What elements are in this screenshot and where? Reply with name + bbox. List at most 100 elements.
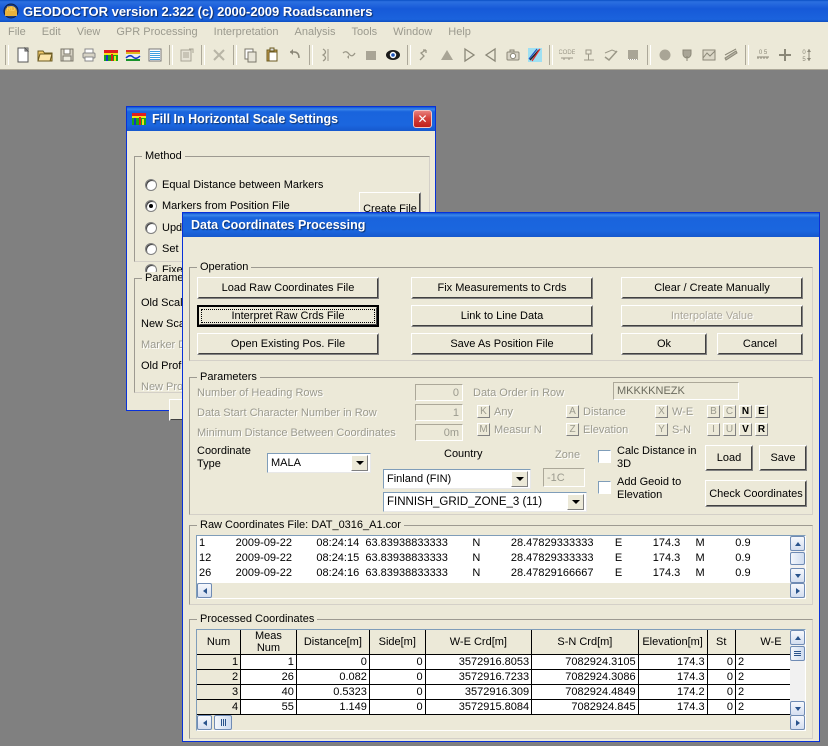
- radio-equal-distance[interactable]: Equal Distance between Markers: [145, 179, 323, 191]
- flag-box-c[interactable]: C: [723, 405, 736, 418]
- raw-coordinates-listbox[interactable]: 1 2009-09-22 08:24:14 63.83938833333 N 2…: [196, 535, 806, 599]
- minimum-distance-input[interactable]: 0m: [415, 424, 463, 441]
- load-raw-coordinates-file-button[interactable]: Load Raw Coordinates File: [197, 277, 379, 299]
- peak-up-icon[interactable]: [436, 44, 458, 66]
- order-key-box-m[interactable]: M: [477, 423, 490, 436]
- table-row[interactable]: 4 55 1.149 0 3572915.8084 7082924.845 17…: [197, 699, 790, 715]
- pen-tools-icon[interactable]: [524, 44, 546, 66]
- col-meas-num[interactable]: Meas Num: [240, 630, 297, 655]
- add-geoid-to-elevation-checkbox[interactable]: [598, 481, 611, 494]
- cancel-button[interactable]: Cancel: [717, 333, 803, 355]
- scroll-left-button[interactable]: [197, 583, 212, 598]
- order-key-box-y[interactable]: Y: [655, 423, 668, 436]
- menu-window[interactable]: Window: [385, 24, 440, 40]
- layer-check-icon[interactable]: [600, 44, 622, 66]
- scroll-down-button[interactable]: [790, 568, 805, 583]
- grid-zone-combo[interactable]: FINNISH_GRID_ZONE_3 (11): [383, 492, 587, 512]
- play-prev-icon[interactable]: [480, 44, 502, 66]
- table-row[interactable]: 3 40 0.5323 0 3572916.309 7082924.4849 1…: [197, 684, 790, 700]
- flag-layers-icon[interactable]: [720, 44, 742, 66]
- filter-icon[interactable]: [316, 44, 338, 66]
- col-num[interactable]: Num: [197, 630, 242, 655]
- print-icon[interactable]: [78, 44, 100, 66]
- menu-file[interactable]: File: [0, 24, 34, 40]
- menu-help[interactable]: Help: [440, 24, 479, 40]
- scroll-thumb-horizontal[interactable]: [214, 715, 232, 730]
- scroll-down-button[interactable]: [790, 701, 805, 716]
- table-row[interactable]: 1 1 0 0 3572916.8053 7082924.3105 174.3 …: [197, 654, 790, 670]
- copy-icon[interactable]: [240, 44, 262, 66]
- order-key-box-k[interactable]: K: [477, 405, 490, 418]
- raw-row[interactable]: 26 2009-09-22 08:24:16 63.83938833333 N …: [197, 566, 790, 581]
- save-disk-icon[interactable]: [56, 44, 78, 66]
- load-button[interactable]: Load: [705, 445, 753, 471]
- col-elevation[interactable]: Elevation[m]: [638, 630, 708, 655]
- flag-box-r[interactable]: R: [755, 423, 768, 436]
- menu-analysis[interactable]: Analysis: [287, 24, 344, 40]
- scroll-left-button[interactable]: [197, 715, 212, 730]
- menu-tools[interactable]: Tools: [343, 24, 385, 40]
- zigzag-icon[interactable]: [414, 44, 436, 66]
- chevron-down-icon[interactable]: [511, 471, 528, 487]
- radargram-color-icon[interactable]: [100, 44, 122, 66]
- order-key-box-z[interactable]: Z: [566, 423, 579, 436]
- col-side[interactable]: Side[m]: [369, 630, 426, 655]
- new-file-icon[interactable]: [12, 44, 34, 66]
- raw-horizontal-scrollbar[interactable]: [197, 583, 805, 598]
- open-existing-pos-file-button[interactable]: Open Existing Pos. File: [197, 333, 379, 355]
- close-icon[interactable]: ✕: [413, 110, 432, 128]
- data-start-character-input[interactable]: 1: [415, 404, 463, 421]
- menu-interpretation[interactable]: Interpretation: [206, 24, 287, 40]
- map-icon[interactable]: [698, 44, 720, 66]
- interpret-raw-crds-file-button[interactable]: Interpret Raw Crds File: [197, 305, 379, 327]
- table-row[interactable]: 2 26 0.082 0 3572916.7233 7082924.3086 1…: [197, 669, 790, 685]
- chevron-down-icon[interactable]: [567, 494, 584, 510]
- chevron-down-icon[interactable]: [351, 455, 368, 471]
- col-we-crd[interactable]: W-E Crd[m]: [425, 630, 533, 655]
- flag-box-b[interactable]: B: [707, 405, 720, 418]
- dcp-titlebar[interactable]: Data Coordinates Processing: [183, 213, 819, 237]
- camera-icon[interactable]: [502, 44, 524, 66]
- calc-distance-3d-checkbox[interactable]: [598, 450, 611, 463]
- circle-icon[interactable]: [654, 44, 676, 66]
- smooth-icon[interactable]: [338, 44, 360, 66]
- processed-vertical-scrollbar[interactable]: [790, 630, 805, 716]
- delete-x-icon[interactable]: [208, 44, 230, 66]
- order-key-box-x[interactable]: X: [655, 405, 668, 418]
- ruler-icon[interactable]: 0 5: [752, 44, 774, 66]
- col-we[interactable]: W-E: [735, 630, 790, 655]
- scroll-up-button[interactable]: [790, 630, 805, 645]
- fill-block-icon[interactable]: [360, 44, 382, 66]
- link-to-line-data-button[interactable]: Link to Line Data: [411, 305, 593, 327]
- col-st[interactable]: St: [707, 630, 736, 655]
- raw-row[interactable]: 12 2009-09-22 08:24:15 63.83938833333 N …: [197, 551, 790, 566]
- processed-horizontal-scrollbar[interactable]: [197, 715, 805, 730]
- scroll-thumb-vertical[interactable]: [790, 552, 805, 565]
- scroll-right-button[interactable]: [790, 715, 805, 730]
- menu-gpr-processing[interactable]: GPR Processing: [108, 24, 205, 40]
- scroll-right-button[interactable]: [790, 583, 805, 598]
- col-distance[interactable]: Distance[m]: [296, 630, 370, 655]
- open-folder-icon[interactable]: [34, 44, 56, 66]
- clear-create-manually-button[interactable]: Clear / Create Manually: [621, 277, 803, 299]
- flag-box-v[interactable]: V: [739, 423, 752, 436]
- profile-curve-icon[interactable]: [122, 44, 144, 66]
- save-button[interactable]: Save: [759, 445, 807, 471]
- flag-box-u[interactable]: U: [723, 423, 736, 436]
- raw-row[interactable]: 1 2009-09-22 08:24:14 63.83938833333 N 2…: [197, 536, 790, 551]
- crosshair-icon[interactable]: [774, 44, 796, 66]
- processed-coordinates-grid[interactable]: Num Meas Num Distance[m] Side[m] W-E Crd…: [196, 629, 806, 731]
- country-combo[interactable]: Finland (FIN): [383, 469, 531, 489]
- menu-view[interactable]: View: [69, 24, 109, 40]
- block-fill-icon[interactable]: [622, 44, 644, 66]
- fix-measurements-to-crds-button[interactable]: Fix Measurements to Crds: [411, 277, 593, 299]
- properties-icon[interactable]: [176, 44, 198, 66]
- order-key-box-a[interactable]: A: [566, 405, 579, 418]
- play-next-icon[interactable]: [458, 44, 480, 66]
- ok-button[interactable]: Ok: [621, 333, 707, 355]
- menu-edit[interactable]: Edit: [34, 24, 69, 40]
- coordinate-type-combo[interactable]: MALA: [267, 453, 371, 473]
- code-icon[interactable]: CODE: [556, 44, 578, 66]
- processed-table[interactable]: Num Meas Num Distance[m] Side[m] W-E Crd…: [197, 630, 790, 716]
- col-sn-crd[interactable]: S-N Crd[m]: [531, 630, 639, 655]
